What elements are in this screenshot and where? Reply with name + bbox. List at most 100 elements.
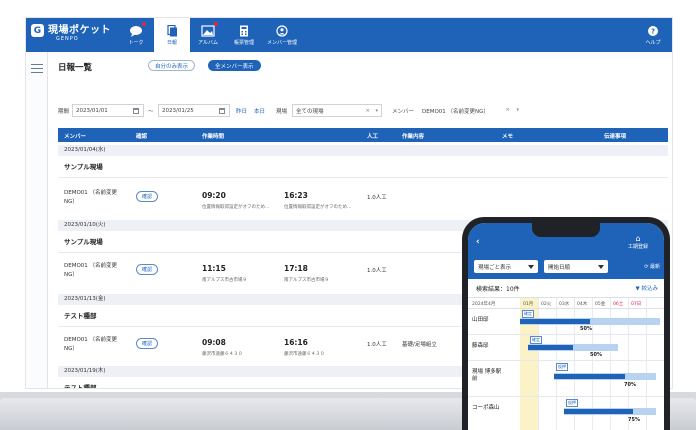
clear-icon[interactable]: × — [505, 107, 510, 113]
album-icon — [201, 24, 215, 37]
start-location: 南アルプス市古市場９ — [202, 278, 247, 283]
site-name: 藤森邸 — [472, 343, 489, 349]
start-location: 藤沢市遠藤６４３０ — [202, 352, 243, 357]
display-mode-dropdown[interactable]: 現場ごと表示 — [474, 260, 538, 273]
day-label: 01月 — [523, 302, 534, 307]
brand-name: 現場ポケット — [48, 24, 111, 36]
refresh-label: 最新 — [649, 264, 660, 270]
svg-text:?: ? — [651, 27, 655, 35]
filter-bar: 期間 2023/01/01 〜 2023/01/25 昨日 本日 現場 全ての現… — [58, 104, 668, 118]
brand-badge-icon: G — [31, 24, 44, 37]
period-label: 期間 — [58, 109, 70, 115]
member-label: メンバー — [392, 109, 415, 115]
home-icon: ⌂ — [635, 234, 641, 243]
site-name-row: サンプル現場 — [58, 156, 668, 178]
day-label: 04木 — [577, 302, 588, 307]
nav-item-daily-report[interactable]: 日報 — [154, 18, 190, 52]
help-icon: ? — [648, 25, 658, 36]
calendar-icon[interactable] — [219, 108, 225, 114]
help-label: ヘルプ — [645, 39, 661, 46]
end-location: 南アルプス市古市場９ — [284, 278, 329, 283]
brand-subtitle: GENPO — [56, 36, 79, 42]
nav-item-members[interactable]: メンバー管理 — [264, 18, 300, 52]
column-header: 確認 — [136, 134, 148, 140]
progress-bar-fill — [564, 409, 633, 414]
schedule-register-label: 工期登録 — [627, 244, 648, 250]
column-header: 人工 — [367, 134, 379, 140]
gantt-row[interactable]: 藤森邸 確定 50% — [468, 335, 664, 361]
nav-item-label: メンバー管理 — [266, 39, 297, 46]
show-all-members-button[interactable]: 全メンバー表示 — [208, 60, 261, 71]
man-days: 1.0人工 — [367, 268, 387, 274]
site-select-value: 全ての現場 — [296, 108, 324, 115]
gantt-row[interactable]: コーポ森山 仮押 75% — [468, 397, 664, 430]
clear-icon[interactable]: × — [365, 108, 370, 114]
progress-percent: 50% — [590, 352, 602, 358]
status-tag: 確定 — [522, 310, 534, 318]
column-header: 作業時間 — [202, 134, 225, 140]
member-name: DEMO01 （名前変更NG） — [64, 263, 118, 278]
sort-dropdown[interactable]: 開始日順 — [544, 260, 608, 273]
progress-bar-fill — [554, 374, 625, 379]
member-select[interactable]: DEMO01 （名前変更NG） × ▾ — [422, 104, 520, 117]
gantt-day-header: 2024年4月 01月 02火 03水 04木 05金 06土 07日 — [468, 298, 664, 309]
filter-button[interactable]: ▼ 絞込み — [636, 284, 659, 292]
date-to-value: 2023/01/25 — [162, 107, 194, 114]
chevron-down-icon[interactable]: ▾ — [375, 108, 378, 114]
site-select[interactable]: 全ての現場 × ▾ — [292, 104, 382, 117]
date-from-input[interactable]: 2023/01/01 — [72, 104, 144, 117]
status-tag: 仮押 — [566, 399, 578, 407]
gantt-chart: 2024年4月 01月 02火 03水 04木 05金 06土 07日 山田邸 … — [468, 297, 664, 430]
site-name: コーポ森山 — [472, 405, 500, 411]
nav-item-talk[interactable]: トーク — [118, 18, 154, 52]
schedule-register-button[interactable]: ⌂ 工期登録 — [618, 234, 658, 251]
display-mode-value: 現場ごと表示 — [478, 264, 512, 271]
column-header: 作業内容 — [402, 134, 425, 140]
start-time: 09:08 — [202, 338, 226, 347]
confirm-button[interactable]: 確認 — [136, 264, 158, 275]
refresh-button[interactable]: ⟳ 最新 — [644, 263, 660, 270]
member-name: DEMO01 （名前変更NG） — [64, 190, 118, 205]
chevron-down-icon — [598, 265, 604, 269]
calendar-icon[interactable] — [133, 108, 139, 114]
progress-percent: 70% — [624, 382, 636, 388]
site-name: 山田邸 — [472, 317, 489, 323]
progress-bar-fill — [520, 319, 590, 324]
day-label: 03水 — [559, 302, 570, 307]
end-location: 位置情報取得設定がオフのため… — [284, 205, 352, 210]
nav-item-album[interactable]: アルバム — [190, 18, 226, 52]
yesterday-link[interactable]: 昨日 — [236, 107, 247, 115]
back-icon[interactable]: ‹ — [476, 237, 480, 247]
member-select-value: DEMO01 （名前変更NG） — [422, 108, 489, 115]
gantt-row[interactable]: 現場 博多駅前 仮押 70% — [468, 361, 664, 397]
today-link[interactable]: 本日 — [254, 107, 265, 115]
nav-item-label: アルバム — [198, 39, 218, 46]
start-location: 位置情報取得設定がオフのため… — [202, 205, 270, 210]
start-time: 11:15 — [202, 264, 226, 273]
day-label: 06土 — [613, 302, 624, 307]
member-icon — [276, 24, 288, 37]
status-tag: 確定 — [530, 336, 542, 344]
end-time: 16:23 — [284, 191, 308, 200]
day-label: 05金 — [595, 302, 606, 307]
sort-value: 開始日順 — [548, 264, 571, 271]
nav-item-forms[interactable]: 帳票管理 — [226, 18, 262, 52]
status-tag: 仮押 — [556, 363, 568, 371]
confirm-button[interactable]: 確認 — [136, 338, 158, 349]
site-label: 現場 — [276, 109, 288, 115]
chevron-down-icon[interactable]: ▾ — [516, 107, 519, 113]
date-to-input[interactable]: 2023/01/25 — [158, 104, 230, 117]
notification-dot — [142, 22, 146, 26]
start-time: 09:20 — [202, 191, 226, 200]
progress-bar-fill — [528, 345, 573, 350]
date-from-value: 2023/01/01 — [76, 107, 108, 114]
gantt-row[interactable]: 山田邸 確定 50% — [468, 309, 664, 335]
nav-item-help[interactable]: ? ヘルプ — [638, 18, 668, 52]
work-content: 基礎/足場組立 — [402, 342, 437, 348]
show-self-only-button[interactable]: 自分のみ表示 — [148, 60, 196, 71]
hamburger-menu-icon[interactable] — [31, 64, 43, 73]
search-result-count: 検索結果：10件 — [476, 286, 520, 293]
chevron-down-icon — [528, 265, 534, 269]
confirm-button[interactable]: 確認 — [136, 191, 158, 202]
day-label: 02火 — [541, 302, 552, 307]
